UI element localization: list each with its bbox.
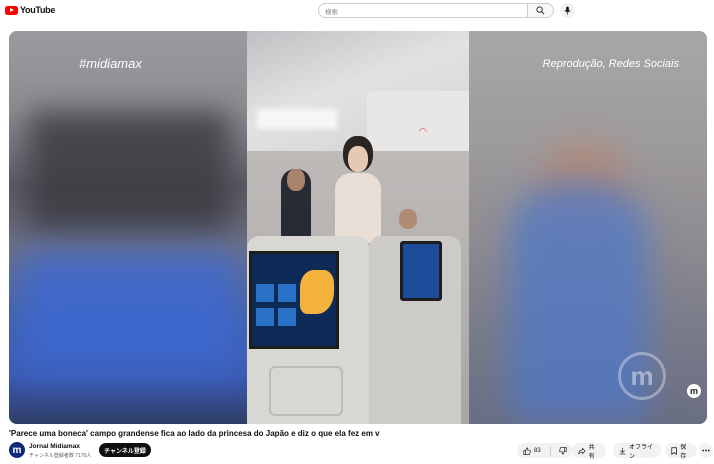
like-button[interactable]: 83: [517, 443, 547, 458]
share-icon: [578, 447, 586, 454]
share-button[interactable]: 共有: [572, 443, 606, 460]
search-input[interactable]: 検索: [318, 3, 528, 18]
share-label: 共有: [588, 444, 595, 460]
video-frame: ◠: [247, 31, 469, 424]
save-button[interactable]: 保存: [665, 443, 697, 460]
blurred-background-left: [9, 31, 247, 424]
watermark-hashtag: #midiamax: [79, 56, 142, 71]
offline-label: オフライン: [628, 444, 653, 460]
like-count: 83: [534, 447, 541, 454]
watermark-logo: m: [618, 352, 666, 400]
search-placeholder: 検索: [325, 9, 338, 16]
channel-name[interactable]: Jornal Midiamax: [29, 443, 80, 450]
youtube-logo[interactable]: YouTube: [5, 5, 55, 15]
watermark-credit: Reprodução, Redes Sociais: [542, 58, 679, 70]
like-dislike-group: 83: [517, 443, 573, 458]
more-horizontal-icon: [702, 449, 710, 452]
download-icon: [619, 447, 626, 454]
seatback-screen: [249, 251, 339, 349]
logo-text: YouTube: [20, 5, 56, 15]
search-icon: [536, 6, 545, 15]
more-actions-button[interactable]: [699, 443, 713, 458]
bookmark-icon: [671, 446, 677, 455]
thumbs-down-icon: [559, 446, 567, 455]
youtube-play-icon: [5, 5, 18, 15]
channel-corner-logo: m: [687, 384, 701, 398]
top-bar: YouTube 検索: [0, 0, 714, 22]
save-label: 保存: [680, 444, 687, 460]
channel-row: m Jornal Midiamax チャンネル登録者数 7170人 チャンネル登…: [9, 442, 713, 460]
video-player[interactable]: ◠ #midiamax Reprodução, Redes Sociais m …: [9, 31, 707, 424]
thumbs-up-icon: [523, 446, 531, 455]
seatback-screen-2: [400, 241, 442, 301]
microphone-icon: [564, 6, 571, 15]
video-title: 'Parece uma boneca' campo grandense fica…: [9, 429, 380, 438]
offline-download-button[interactable]: オフライン: [613, 443, 661, 460]
voice-search-button[interactable]: [560, 3, 575, 18]
blurred-background-right: [469, 31, 707, 424]
channel-avatar[interactable]: m: [9, 442, 25, 458]
dislike-button[interactable]: [553, 443, 573, 458]
subscriber-count: チャンネル登録者数 7170人: [29, 453, 92, 459]
search-button[interactable]: [528, 3, 554, 18]
subscribe-button[interactable]: チャンネル登録: [99, 443, 151, 457]
